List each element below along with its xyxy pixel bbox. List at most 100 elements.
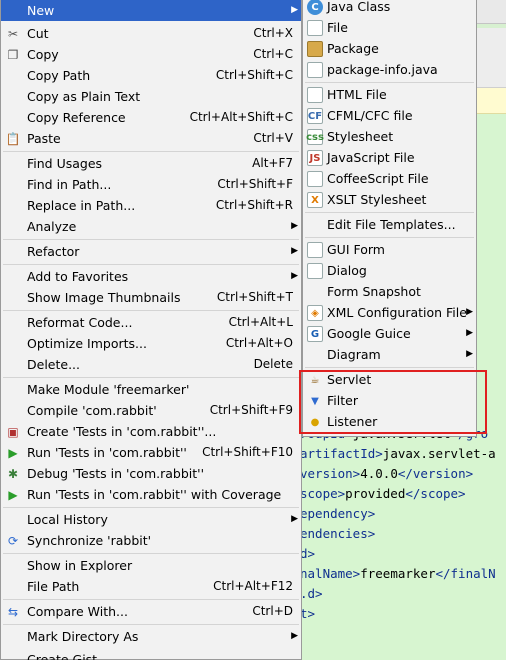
menu-item-reformat-code[interactable]: Reformat Code... Ctrl+Alt+L — [1, 312, 301, 333]
menu-item-new[interactable]: New ▶ — [1, 0, 301, 21]
menu-item-show-image-thumbnails[interactable]: Show Image Thumbnails Ctrl+Shift+T — [1, 287, 301, 308]
submenu-item-stylesheet[interactable]: css Stylesheet — [303, 126, 476, 147]
code-token: endencies> — [300, 526, 376, 541]
menu-item-label: Reformat Code... — [27, 315, 133, 330]
submenu-arrow-icon: ▶ — [466, 307, 473, 317]
menu-item-label: Mark Directory As — [27, 629, 139, 644]
menu-item-shortcut: Ctrl+Alt+O — [225, 336, 293, 350]
code-token: nalName> — [300, 566, 361, 581]
submenu-item-form-snapshot[interactable]: Form Snapshot — [303, 281, 476, 302]
menu-item-label: Copy Reference — [27, 110, 126, 125]
package-info-icon — [307, 62, 323, 78]
menu-separator — [3, 624, 299, 625]
menu-separator — [3, 377, 299, 378]
menu-item-shortcut: Delete — [253, 357, 293, 371]
menu-item-shortcut: Ctrl+Alt+F12 — [213, 579, 293, 593]
menu-item-label: Show Image Thumbnails — [27, 290, 181, 305]
menu-item-shortcut: Ctrl+D — [252, 604, 293, 618]
code-token: 4.0.0 — [360, 466, 398, 481]
submenu-separator — [305, 237, 474, 238]
submenu-item-cfml-cfc-file[interactable]: CF CFML/CFC file — [303, 105, 476, 126]
code-line: .d> — [300, 584, 323, 604]
code-line: scope>provided</scope> — [300, 484, 466, 504]
menu-item-paste[interactable]: 📋 Paste Ctrl+V — [1, 128, 301, 149]
menu-item-copy-reference[interactable]: Copy Reference Ctrl+Alt+Shift+C — [1, 107, 301, 128]
submenu-item-label: XSLT Stylesheet — [327, 192, 427, 207]
submenu-item-html-file[interactable]: HTML File — [303, 84, 476, 105]
package-icon — [307, 41, 323, 57]
menu-item-label: Copy — [27, 47, 59, 62]
submenu-item-label: Dialog — [327, 263, 367, 278]
submenu-item-file[interactable]: File — [303, 17, 476, 38]
menu-item-optimize-imports[interactable]: Optimize Imports... Ctrl+Alt+O — [1, 333, 301, 354]
submenu-arrow-icon: ▶ — [291, 631, 298, 641]
submenu-item-edit-file-templates[interactable]: Edit File Templates... — [303, 214, 476, 235]
menu-item-label: Add to Favorites — [27, 269, 129, 284]
code-line: endencies> — [300, 524, 375, 544]
menu-item-add-to-favorites[interactable]: Add to Favorites ▶ — [1, 266, 301, 287]
menu-item-compare-with[interactable]: ⇆ Compare With... Ctrl+D — [1, 601, 301, 622]
submenu-arrow-icon: ▶ — [291, 271, 298, 281]
menu-item-label: Compare With... — [27, 604, 128, 619]
menu-item-run-tests-in-com-rabbit-with-coverage[interactable]: ▶ Run 'Tests in 'com.rabbit'' with Covera… — [1, 484, 301, 505]
menu-item-label: Analyze — [27, 219, 77, 234]
menu-item-create-tests-in-com-rabbit[interactable]: ▣ Create 'Tests in 'com.rabbit''... — [1, 421, 301, 442]
xml-config-icon: ◈ — [307, 305, 323, 321]
code-line: nalName>freemarker</finalN — [300, 564, 496, 584]
submenu-item-dialog[interactable]: Dialog — [303, 260, 476, 281]
submenu-item-label: CFML/CFC file — [327, 108, 413, 123]
run-icon: ▶ — [8, 446, 18, 460]
menu-item-copy[interactable]: ❐ Copy Ctrl+C — [1, 44, 301, 65]
submenu-item-xslt-stylesheet[interactable]: X XSLT Stylesheet — [303, 189, 476, 210]
submenu-item-xml-configuration-file[interactable]: ◈ XML Configuration File ▶ — [303, 302, 476, 323]
menu-item-label: Debug 'Tests in 'com.rabbit'' — [27, 466, 205, 481]
menu-item-label: Replace in Path... — [27, 198, 136, 213]
submenu-item-label: Package — [327, 41, 379, 56]
dialog-icon — [307, 263, 323, 279]
submenu-item-package[interactable]: Package — [303, 38, 476, 59]
menu-item-delete[interactable]: Delete... Delete — [1, 354, 301, 375]
menu-item-label: Copy Path — [27, 68, 91, 83]
menu-item-mark-directory-as[interactable]: Mark Directory As ▶ — [1, 626, 301, 647]
menu-item-find-usages[interactable]: Find Usages Alt+F7 — [1, 153, 301, 174]
menu-item-find-in-path[interactable]: Find in Path... Ctrl+Shift+F — [1, 174, 301, 195]
menu-item-synchronize-rabbit[interactable]: ⟳ Synchronize 'rabbit' — [1, 530, 301, 551]
menu-item-refactor[interactable]: Refactor ▶ — [1, 241, 301, 262]
submenu-item-package-info-java[interactable]: package-info.java — [303, 59, 476, 80]
menu-item-run-tests-in-com-rabbit[interactable]: ▶ Run 'Tests in 'com.rabbit'' Ctrl+Shift+F… — [1, 442, 301, 463]
submenu-separator — [305, 82, 474, 83]
menu-item-copy-path[interactable]: Copy Path Ctrl+Shift+C — [1, 65, 301, 86]
submenu-item-google-guice[interactable]: G Google Guice ▶ — [303, 323, 476, 344]
submenu-item-diagram[interactable]: Diagram ▶ — [303, 344, 476, 365]
menu-item-copy-as-plain-text[interactable]: Copy as Plain Text — [1, 86, 301, 107]
java-class-icon: C — [307, 0, 323, 15]
coffeescript-icon — [307, 171, 323, 187]
html-file-icon — [307, 87, 323, 103]
submenu-item-javascript-file[interactable]: JS JavaScript File — [303, 147, 476, 168]
menu-item-compile-com-rabbit[interactable]: Compile 'com.rabbit' Ctrl+Shift+F9 — [1, 400, 301, 421]
menu-item-debug-tests-in-com-rabbit[interactable]: ✱ Debug 'Tests in 'com.rabbit'' — [1, 463, 301, 484]
menu-item-make-module-freemarker[interactable]: Make Module 'freemarker' — [1, 379, 301, 400]
javascript-icon: JS — [307, 150, 323, 166]
code-token: </version> — [397, 466, 474, 481]
menu-item-label: Run 'Tests in 'com.rabbit'' — [27, 445, 187, 460]
submenu-item-label: Google Guice — [327, 326, 411, 341]
menu-item-shortcut: Ctrl+C — [253, 47, 293, 61]
menu-item-shortcut: Ctrl+Alt+L — [228, 315, 293, 329]
menu-item-shortcut: Ctrl+Shift+R — [215, 198, 293, 212]
submenu-item-gui-form[interactable]: GUI Form — [303, 239, 476, 260]
menu-item-shortcut: Ctrl+Shift+F9 — [209, 403, 293, 417]
submenu-item-java-class[interactable]: C Java Class — [303, 0, 476, 17]
menu-item-analyze[interactable]: Analyze ▶ — [1, 216, 301, 237]
menu-item-file-path[interactable]: File Path Ctrl+Alt+F12 — [1, 576, 301, 597]
submenu-arrow-icon: ▶ — [291, 246, 298, 256]
menu-item-create-gist[interactable]: Create Gist... — [1, 649, 301, 660]
menu-item-replace-in-path[interactable]: Replace in Path... Ctrl+Shift+R — [1, 195, 301, 216]
scissors-icon: ✂ — [7, 27, 19, 41]
menu-item-local-history[interactable]: Local History ▶ — [1, 509, 301, 530]
menu-item-cut[interactable]: ✂ Cut Ctrl+X — [1, 23, 301, 44]
menu-item-label: Compile 'com.rabbit' — [27, 403, 157, 418]
submenu-item-coffeescript-file[interactable]: CoffeeScript File — [303, 168, 476, 189]
menu-item-show-in-explorer[interactable]: Show in Explorer — [1, 555, 301, 576]
code-token: scope> — [300, 486, 346, 501]
